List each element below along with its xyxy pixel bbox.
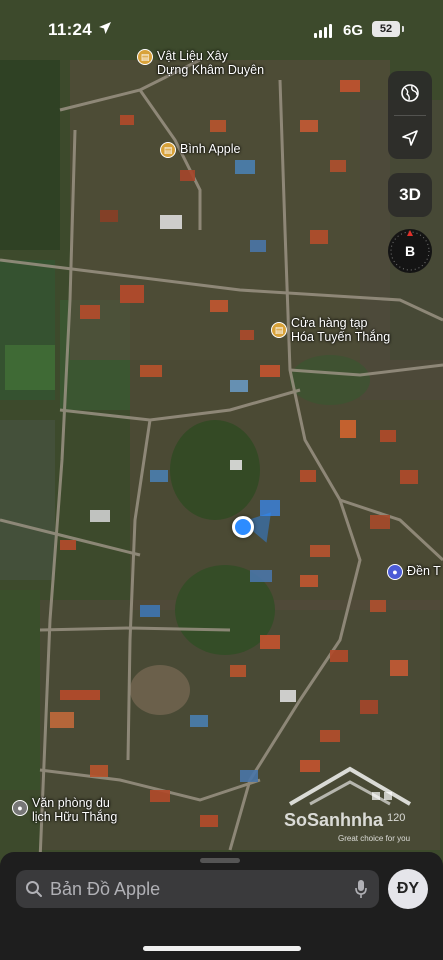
map-scale-label: 120 <box>387 812 406 824</box>
locate-me-button[interactable] <box>388 116 432 160</box>
map-style-button[interactable] <box>388 71 432 115</box>
landmark-pin-icon: ● <box>387 564 403 580</box>
3d-toggle-button[interactable]: 3D <box>388 173 432 217</box>
location-arrow-outline-icon <box>402 130 418 146</box>
poi-label-line: Hóa Tuyến Thắng <box>291 330 391 344</box>
avatar[interactable]: ĐY <box>388 869 428 909</box>
poi-label-line: Cửa hàng tạp <box>291 316 368 330</box>
network-type: 6G <box>343 22 364 39</box>
watermark: SoSanhnha 120 Great choice for you <box>272 760 432 850</box>
poi-van-phong[interactable]: ● Văn phòng du lịch Hữu Thắng <box>12 796 117 824</box>
globe-icon <box>401 84 419 102</box>
poi-label-line: Đền T <box>407 564 441 578</box>
signal-bars-icon <box>314 24 332 38</box>
office-pin-icon: ● <box>12 800 28 816</box>
home-indicator[interactable] <box>143 946 301 951</box>
location-arrow-icon <box>99 22 111 34</box>
search-placeholder: Bản Đồ Apple <box>50 879 161 899</box>
search-icon <box>26 881 42 897</box>
microphone-icon[interactable] <box>354 879 368 899</box>
battery-indicator: 52 <box>372 21 404 37</box>
poi-binh-apple[interactable]: ▤ Bình Apple <box>160 142 240 158</box>
poi-den[interactable]: ● Đền T <box>387 564 441 580</box>
watermark-name: SoSanhnha <box>284 810 384 830</box>
shop-pin-icon: ▤ <box>137 49 153 65</box>
search-field[interactable]: Bản Đồ Apple <box>16 870 379 908</box>
sheet-grabber[interactable] <box>200 858 240 863</box>
compass-label: B <box>404 243 416 259</box>
map-controls-group <box>388 71 432 159</box>
poi-label-line: Dựng Khâm Duyên <box>157 63 265 77</box>
poi-vat-lieu[interactable]: ▤ Vật Liệu Xây Dựng Khâm Duyên <box>137 49 264 77</box>
poi-label-line: Vật Liệu Xây <box>157 49 228 63</box>
poi-label-line: lịch Hữu Thắng <box>32 810 118 824</box>
shop-pin-icon: ▤ <box>271 322 287 338</box>
poi-cua-hang[interactable]: ▤ Cửa hàng tạp Hóa Tuyến Thắng <box>271 316 390 344</box>
bottom-sheet[interactable]: Bản Đồ Apple ĐY <box>0 852 443 960</box>
watermark-tagline: Great choice for you <box>338 834 411 843</box>
user-location-dot[interactable] <box>232 516 254 538</box>
shop-pin-icon: ▤ <box>160 142 176 158</box>
status-time: 11:24 <box>48 20 93 39</box>
compass-button[interactable]: B <box>388 229 432 273</box>
poi-label-line: Bình Apple <box>180 142 241 156</box>
house-roof-logo <box>288 766 412 806</box>
poi-label-line: Văn phòng du <box>32 796 110 810</box>
